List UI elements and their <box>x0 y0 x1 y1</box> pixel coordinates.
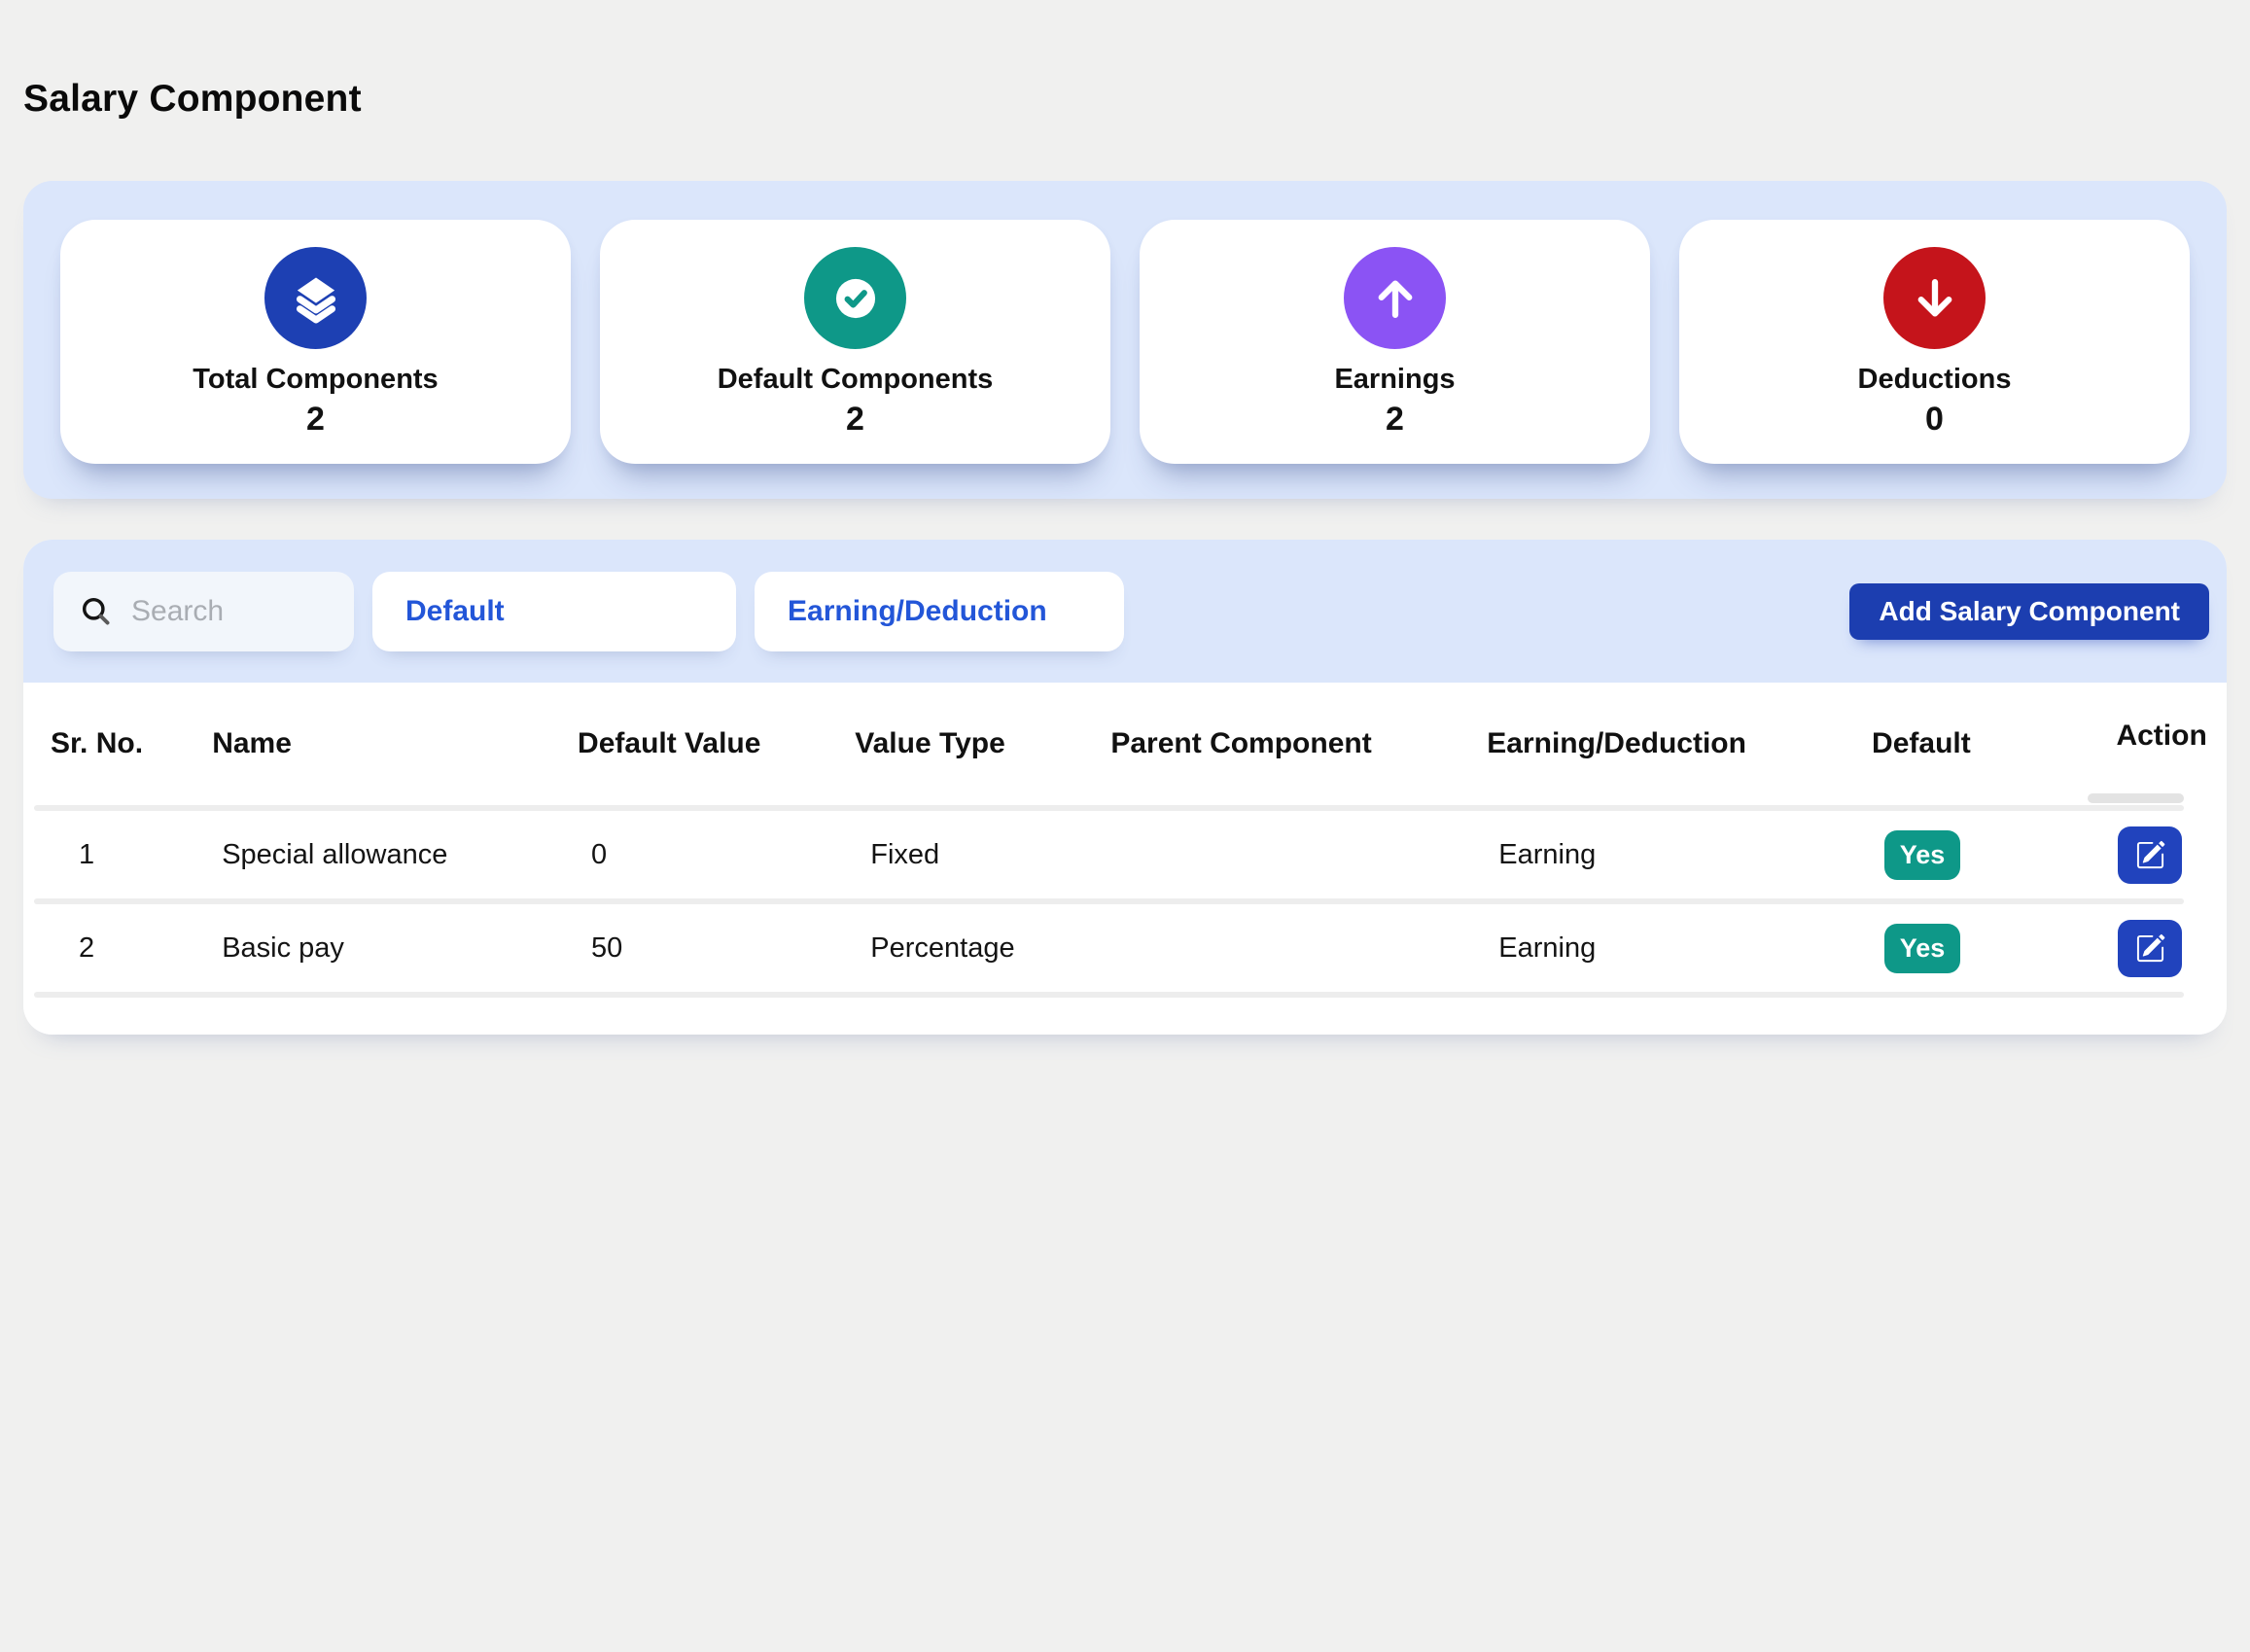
column-header-sr-no: Sr. No. <box>34 727 189 760</box>
pencil-square-icon <box>2135 840 2165 870</box>
column-header-name: Name <box>189 727 554 760</box>
default-yes-badge[interactable]: Yes <box>1884 924 1960 973</box>
table-row: 1 Special allowance 0 Fixed Earning Yes <box>34 811 2184 898</box>
earning-deduction-filter-label: Earning/Deduction <box>788 595 1047 628</box>
search-input[interactable] <box>131 595 334 628</box>
stat-card-deductions: Deductions 0 <box>1679 220 2190 464</box>
edit-button[interactable] <box>2118 826 2182 884</box>
cell-default-value: 50 <box>554 932 831 965</box>
cell-name: Special allowance <box>189 839 554 871</box>
cell-earning-deduction: Earning <box>1463 932 1848 965</box>
arrow-down-icon <box>1883 247 1986 349</box>
cell-earning-deduction: Earning <box>1463 839 1848 871</box>
content-panel: Default Earning/Deduction Add Salary Com… <box>23 540 2227 1035</box>
column-header-value-type: Value Type <box>831 727 1087 760</box>
cell-default-value: 0 <box>554 839 831 871</box>
check-circle-icon <box>804 247 906 349</box>
stat-card-earnings: Earnings 2 <box>1140 220 1650 464</box>
stat-value: 2 <box>600 401 1110 439</box>
column-header-parent-component: Parent Component <box>1087 727 1463 760</box>
edit-button[interactable] <box>2118 920 2182 977</box>
stat-value: 2 <box>1140 401 1650 439</box>
salary-component-page: Salary Component Total Components 2 Def <box>0 78 2250 1035</box>
cell-sr-no: 1 <box>34 839 189 871</box>
column-header-default-value: Default Value <box>554 727 831 760</box>
default-yes-badge[interactable]: Yes <box>1884 830 1960 880</box>
stat-card-default-components: Default Components 2 <box>600 220 1110 464</box>
stat-label: Earnings <box>1140 364 1650 396</box>
cell-name: Basic pay <box>189 932 554 965</box>
stat-label: Default Components <box>600 364 1110 396</box>
search-icon <box>79 594 114 629</box>
stat-card-total-components: Total Components 2 <box>60 220 571 464</box>
horizontal-scrollbar-thumb[interactable] <box>2088 793 2184 803</box>
default-filter-select[interactable]: Default <box>372 572 736 651</box>
pencil-square-icon <box>2135 933 2165 964</box>
stat-value: 2 <box>60 401 571 439</box>
cell-value-type: Percentage <box>831 932 1087 965</box>
earning-deduction-filter-select[interactable]: Earning/Deduction <box>755 572 1124 651</box>
page-title: Salary Component <box>23 78 2227 121</box>
stat-label: Deductions <box>1679 364 2190 396</box>
default-filter-label: Default <box>405 595 505 628</box>
table-row: 2 Basic pay 50 Percentage Earning Yes <box>34 904 2184 992</box>
column-header-action: Action <box>2087 720 2184 753</box>
cell-value-type: Fixed <box>831 839 1087 871</box>
stats-panel: Total Components 2 Default Components 2 … <box>23 181 2227 499</box>
row-divider <box>34 992 2184 998</box>
stat-label: Total Components <box>60 364 571 396</box>
arrow-up-icon <box>1344 247 1446 349</box>
table-header-row: Sr. No. Name Default Value Value Type Pa… <box>34 683 2184 805</box>
cell-sr-no: 2 <box>34 932 189 965</box>
column-header-default: Default <box>1848 727 2087 760</box>
add-salary-component-button[interactable]: Add Salary Component <box>1849 583 2209 640</box>
stat-value: 0 <box>1679 401 2190 439</box>
filter-bar: Default Earning/Deduction Add Salary Com… <box>23 540 2227 683</box>
column-header-earning-deduction: Earning/Deduction <box>1463 727 1848 760</box>
salary-components-table: Sr. No. Name Default Value Value Type Pa… <box>23 683 2227 1035</box>
layers-icon <box>264 247 367 349</box>
search-box <box>53 572 354 651</box>
